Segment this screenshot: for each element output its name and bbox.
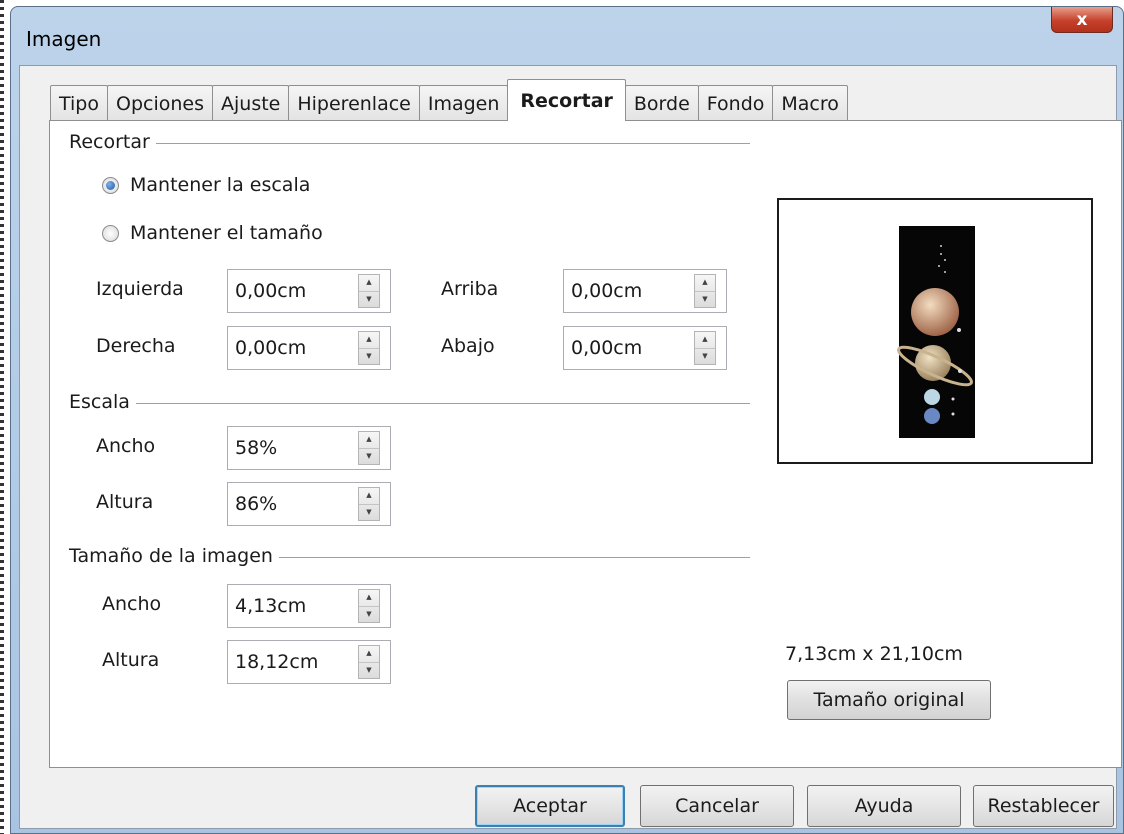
- close-icon: x: [1076, 9, 1088, 30]
- reset-button[interactable]: Restablecer: [973, 785, 1114, 827]
- crop-bottom-label: Abajo: [441, 335, 495, 357]
- crop-bottom-spinfield[interactable]: 0,00cm ▲ ▼: [563, 326, 727, 370]
- client-area: Tipo Opciones Ajuste Hiperenlace Imagen …: [19, 65, 1122, 829]
- spin-arrows-icon[interactable]: ▲ ▼: [358, 645, 380, 679]
- title-bar: Imagen x: [11, 7, 1123, 65]
- close-button[interactable]: x: [1051, 7, 1113, 33]
- crop-top-spinfield[interactable]: 0,00cm ▲ ▼: [563, 269, 727, 313]
- uranus-shape: [924, 389, 940, 405]
- tab-hiperenlace[interactable]: Hiperenlace: [288, 85, 420, 121]
- neptune-shape: [924, 408, 940, 424]
- jupiter-shape: [911, 288, 959, 336]
- crop-right-label: Derecha: [96, 335, 176, 357]
- spin-arrows-icon[interactable]: ▲ ▼: [694, 331, 716, 365]
- keep-size-label: Mantener el tamaño: [130, 222, 323, 244]
- cancel-button[interactable]: Cancelar: [640, 785, 794, 827]
- tab-page-recortar: Recortar Mantener la escala Mantener el …: [49, 120, 1122, 768]
- image-width-label: Ancho: [102, 593, 162, 615]
- image-preview: [777, 198, 1093, 464]
- spin-arrows-icon[interactable]: ▲ ▼: [694, 274, 716, 308]
- scale-height-spinfield[interactable]: 86% ▲ ▼: [227, 482, 391, 526]
- scale-width-value: 58%: [235, 437, 278, 459]
- scale-height-value: 86%: [235, 493, 278, 515]
- tab-bar: Tipo Opciones Ajuste Hiperenlace Imagen …: [50, 79, 848, 121]
- radio-unchecked-icon: [102, 224, 119, 242]
- tab-ajuste[interactable]: Ajuste: [212, 85, 290, 121]
- radio-checked-icon: [102, 176, 119, 194]
- image-width-value: 4,13cm: [235, 595, 307, 617]
- ok-button[interactable]: Aceptar: [475, 785, 625, 827]
- crop-right-value: 0,00cm: [235, 337, 307, 359]
- crop-group-line: [70, 143, 750, 144]
- tab-borde[interactable]: Borde: [624, 85, 699, 121]
- scale-width-label: Ancho: [96, 435, 156, 457]
- left-edge-dots: [0, 0, 4, 834]
- scale-group-line: [70, 403, 750, 404]
- keep-size-radio[interactable]: Mantener el tamaño: [102, 222, 323, 244]
- scale-width-spinfield[interactable]: 58% ▲ ▼: [227, 426, 391, 470]
- crop-left-value: 0,00cm: [235, 280, 307, 302]
- image-size-group-title: Tamaño de la imagen: [69, 545, 279, 567]
- spin-arrows-icon[interactable]: ▲ ▼: [358, 431, 380, 465]
- spin-arrows-icon[interactable]: ▲ ▼: [358, 487, 380, 521]
- tab-imagen[interactable]: Imagen: [418, 85, 509, 121]
- spin-arrows-icon[interactable]: ▲ ▼: [358, 331, 380, 365]
- tab-tipo[interactable]: Tipo: [50, 85, 108, 121]
- keep-scale-radio[interactable]: Mantener la escala: [102, 174, 310, 196]
- image-width-spinfield[interactable]: 4,13cm ▲ ▼: [227, 584, 391, 628]
- crop-left-label: Izquierda: [96, 278, 184, 300]
- image-height-value: 18,12cm: [235, 651, 319, 673]
- help-button[interactable]: Ayuda: [807, 785, 961, 827]
- crop-bottom-value: 0,00cm: [571, 337, 643, 359]
- image-height-label: Altura: [102, 649, 160, 671]
- crop-top-label: Arriba: [441, 278, 499, 300]
- image-height-spinfield[interactable]: 18,12cm ▲ ▼: [227, 640, 391, 684]
- dialog-window: Imagen x Tipo Opciones Ajuste Hiperenlac…: [10, 6, 1124, 834]
- solar-system-image: [897, 226, 975, 438]
- tab-macro[interactable]: Macro: [772, 85, 848, 121]
- crop-right-spinfield[interactable]: 0,00cm ▲ ▼: [227, 326, 391, 370]
- crop-left-spinfield[interactable]: 0,00cm ▲ ▼: [227, 269, 391, 313]
- spin-arrows-icon[interactable]: ▲ ▼: [358, 274, 380, 308]
- crop-group-title: Recortar: [69, 131, 156, 153]
- tab-recortar[interactable]: Recortar: [507, 79, 626, 121]
- scale-height-label: Altura: [96, 491, 154, 513]
- keep-scale-label: Mantener la escala: [130, 174, 311, 196]
- scale-group-title: Escala: [69, 391, 136, 413]
- spin-arrows-icon[interactable]: ▲ ▼: [358, 589, 380, 623]
- original-size-button[interactable]: Tamaño original: [787, 680, 991, 720]
- original-size-text: 7,13cm x 21,10cm: [785, 643, 963, 665]
- tab-fondo[interactable]: Fondo: [697, 85, 774, 121]
- crop-top-value: 0,00cm: [571, 280, 643, 302]
- tab-opciones[interactable]: Opciones: [107, 85, 213, 121]
- window-title: Imagen: [26, 27, 102, 51]
